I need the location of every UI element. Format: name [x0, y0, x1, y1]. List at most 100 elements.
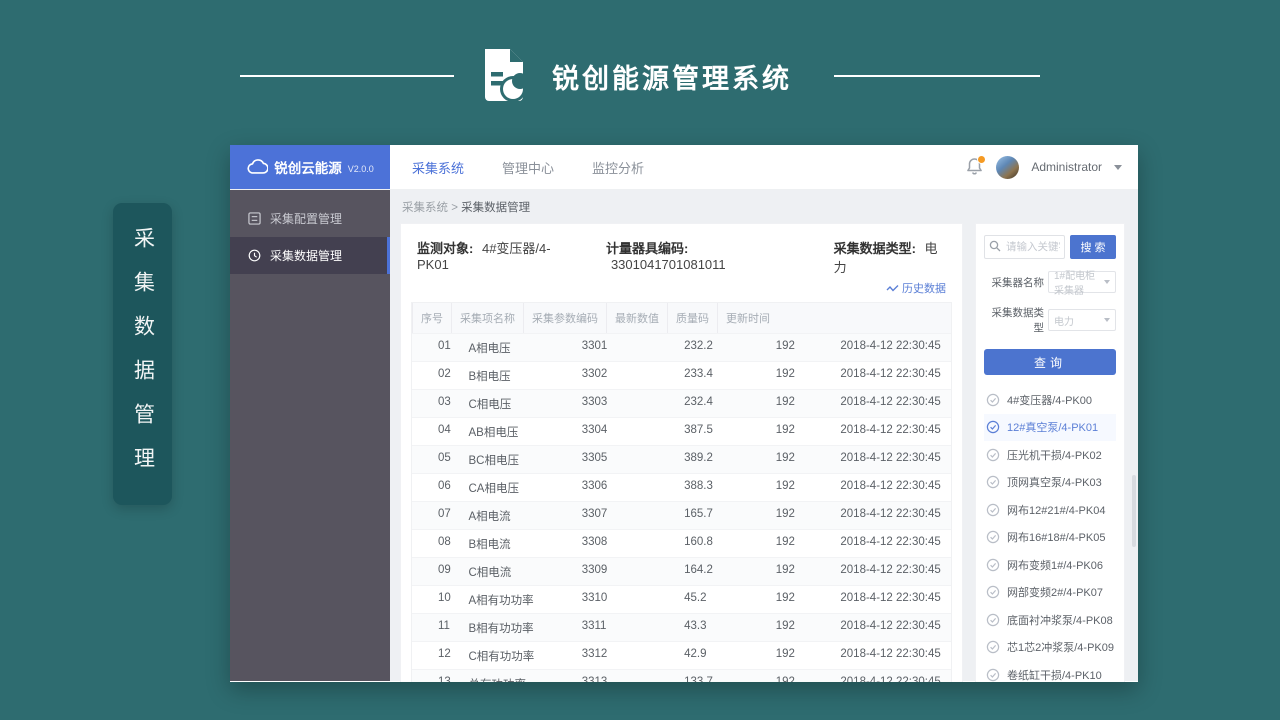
- data-panel: 监测对象: 4#变压器/4-PK01 计量器具编码: 3301041701081…: [400, 223, 963, 682]
- table-header-cell: 采集参数编码: [523, 303, 606, 333]
- cell-index: 05: [412, 446, 461, 473]
- cell-item-name: B相有功功率: [461, 614, 574, 641]
- check-circle-icon: [986, 530, 1000, 544]
- table-row[interactable]: 01 A相电压 3301 232.2 192 2018-4-12 22:30:4…: [412, 333, 951, 361]
- cell-update-time: 2018-4-12 22:30:45: [832, 474, 951, 501]
- device-list-item[interactable]: 网部变频2#/4-PK07: [984, 579, 1116, 607]
- cell-param-code: 3312: [574, 642, 676, 669]
- trend-line-icon: [886, 284, 899, 293]
- select-caret-icon: [1104, 318, 1110, 322]
- device-label: 网布16#18#/4-PK05: [1007, 529, 1105, 545]
- table-header-cell: 采集项名称: [451, 303, 523, 333]
- cell-param-code: 3310: [574, 586, 676, 613]
- nav-item[interactable]: 管理中心: [502, 158, 554, 177]
- cell-item-name: C相电流: [461, 558, 574, 585]
- table-row[interactable]: 06 CA相电压 3306 388.3 192 2018-4-12 22:30:…: [412, 473, 951, 501]
- cell-param-code: 3307: [574, 502, 676, 529]
- cell-param-code: 3302: [574, 362, 676, 389]
- history-data-link[interactable]: 历史数据: [886, 280, 946, 296]
- sidebar-item-label: 采集配置管理: [270, 210, 342, 227]
- app-logo[interactable]: 锐创云能源 V2.0.0: [230, 145, 390, 189]
- device-list-item[interactable]: 4#变压器/4-PK00: [984, 386, 1116, 414]
- cell-item-name: CA相电压: [461, 474, 574, 501]
- cell-index: 04: [412, 418, 461, 445]
- table-row[interactable]: 04 AB相电压 3304 387.5 192 2018-4-12 22:30:…: [412, 417, 951, 445]
- scrollbar[interactable]: [1132, 475, 1136, 547]
- table-row[interactable]: 13 总有功功率 3313 133.7 192 2018-4-12 22:30:…: [412, 669, 951, 682]
- cell-quality-code: 192: [768, 586, 833, 613]
- nav-item[interactable]: 采集系统: [412, 158, 464, 177]
- cell-index: 06: [412, 474, 461, 501]
- cell-latest-value: 42.9: [676, 642, 768, 669]
- device-list: 4#变压器/4-PK00 12#真空泵/4-PK01: [984, 386, 1116, 682]
- breadcrumb-parent[interactable]: 采集系统: [402, 202, 448, 214]
- device-list-item[interactable]: 压光机干损/4-PK02: [984, 441, 1116, 469]
- meter-code-label: 计量器具编码:: [606, 241, 688, 256]
- breadcrumb-separator: >: [451, 202, 458, 214]
- table-row[interactable]: 03 C相电压 3303 232.4 192 2018-4-12 22:30:4…: [412, 389, 951, 417]
- device-list-item[interactable]: 卷纸缸干损/4-PK10: [984, 661, 1116, 682]
- notification-bell-icon[interactable]: [966, 157, 984, 177]
- device-list-item[interactable]: 网布12#21#/4-PK04: [984, 496, 1116, 524]
- cell-quality-code: 192: [768, 334, 833, 361]
- check-circle-icon: [986, 448, 1000, 462]
- collector-select-value: 1#配电柜采集器: [1054, 267, 1104, 297]
- device-list-item[interactable]: 芯1芯2冲浆泵/4-PK09: [984, 634, 1116, 662]
- datatype-select[interactable]: 电力: [1048, 309, 1116, 331]
- cell-update-time: 2018-4-12 22:30:45: [832, 334, 951, 361]
- cell-latest-value: 160.8: [676, 530, 768, 557]
- check-circle-icon: [986, 420, 1000, 434]
- app-window: 锐创云能源 V2.0.0 采集系统 管理中心 监控分析 Administrato…: [230, 145, 1138, 682]
- cell-quality-code: 192: [768, 670, 833, 682]
- search-button[interactable]: 搜 索: [1070, 235, 1116, 259]
- cell-index: 02: [412, 362, 461, 389]
- cell-param-code: 3301: [574, 334, 676, 361]
- cell-quality-code: 192: [768, 614, 833, 641]
- table-row[interactable]: 12 C相有功功率 3312 42.9 192 2018-4-12 22:30:…: [412, 641, 951, 669]
- side-label-text: 采集数据管理: [128, 217, 158, 491]
- breadcrumb: 采集系统 > 采集数据管理: [402, 199, 1125, 215]
- device-list-item[interactable]: 顶网真空泵/4-PK03: [984, 469, 1116, 497]
- cell-quality-code: 192: [768, 474, 833, 501]
- table-row[interactable]: 09 C相电流 3309 164.2 192 2018-4-12 22:30:4…: [412, 557, 951, 585]
- device-list-item[interactable]: 12#真空泵/4-PK01: [984, 414, 1116, 442]
- device-label: 压光机干损/4-PK02: [1007, 447, 1102, 463]
- table-row[interactable]: 05 BC相电压 3305 389.2 192 2018-4-12 22:30:…: [412, 445, 951, 473]
- monitor-info-row: 监测对象: 4#变压器/4-PK01 计量器具编码: 3301041701081…: [401, 224, 962, 280]
- cell-update-time: 2018-4-12 22:30:45: [832, 530, 951, 557]
- device-list-item[interactable]: 网布16#18#/4-PK05: [984, 524, 1116, 552]
- collector-select[interactable]: 1#配电柜采集器: [1048, 271, 1116, 293]
- cell-item-name: C相电压: [461, 390, 574, 417]
- cell-update-time: 2018-4-12 22:30:45: [832, 614, 951, 641]
- table-row[interactable]: 10 A相有功功率 3310 45.2 192 2018-4-12 22:30:…: [412, 585, 951, 613]
- sidebar-item-collect-data[interactable]: 采集数据管理: [230, 237, 390, 274]
- cell-latest-value: 165.7: [676, 502, 768, 529]
- cell-param-code: 3311: [574, 614, 676, 641]
- collector-name-label: 采集器名称: [984, 275, 1048, 290]
- table-header-row: 序号 采集项名称 采集参数编码 最新数值 质量码 更新时间: [412, 303, 951, 333]
- device-list-item[interactable]: 底面衬冲浆泵/4-PK08: [984, 606, 1116, 634]
- table-row[interactable]: 07 A相电流 3307 165.7 192 2018-4-12 22:30:4…: [412, 501, 951, 529]
- search-icon: [989, 240, 1001, 252]
- monitor-object-label: 监测对象:: [417, 241, 473, 256]
- user-menu-caret-icon[interactable]: [1114, 165, 1122, 170]
- notification-badge: [977, 155, 986, 164]
- table-row[interactable]: 08 B相电流 3308 160.8 192 2018-4-12 22:30:4…: [412, 529, 951, 557]
- sidebar-item-collect-config[interactable]: 采集配置管理: [230, 200, 390, 237]
- table-row[interactable]: 02 B相电压 3302 233.4 192 2018-4-12 22:30:4…: [412, 361, 951, 389]
- query-button[interactable]: 查询: [984, 349, 1116, 375]
- user-name: Administrator: [1031, 160, 1102, 174]
- table-row[interactable]: 11 B相有功功率 3311 43.3 192 2018-4-12 22:30:…: [412, 613, 951, 641]
- cell-update-time: 2018-4-12 22:30:45: [832, 418, 951, 445]
- user-avatar[interactable]: [996, 156, 1019, 179]
- check-circle-icon: [986, 393, 1000, 407]
- cell-param-code: 3309: [574, 558, 676, 585]
- cell-quality-code: 192: [768, 558, 833, 585]
- device-list-item[interactable]: 网布变频1#/4-PK06: [984, 551, 1116, 579]
- cell-param-code: 3306: [574, 474, 676, 501]
- cell-update-time: 2018-4-12 22:30:45: [832, 446, 951, 473]
- cloud-icon: [246, 159, 268, 175]
- nav-item[interactable]: 监控分析: [592, 158, 644, 177]
- logo-text: 锐创云能源: [274, 157, 342, 177]
- meter-code: 计量器具编码: 3301041701081011: [606, 238, 804, 276]
